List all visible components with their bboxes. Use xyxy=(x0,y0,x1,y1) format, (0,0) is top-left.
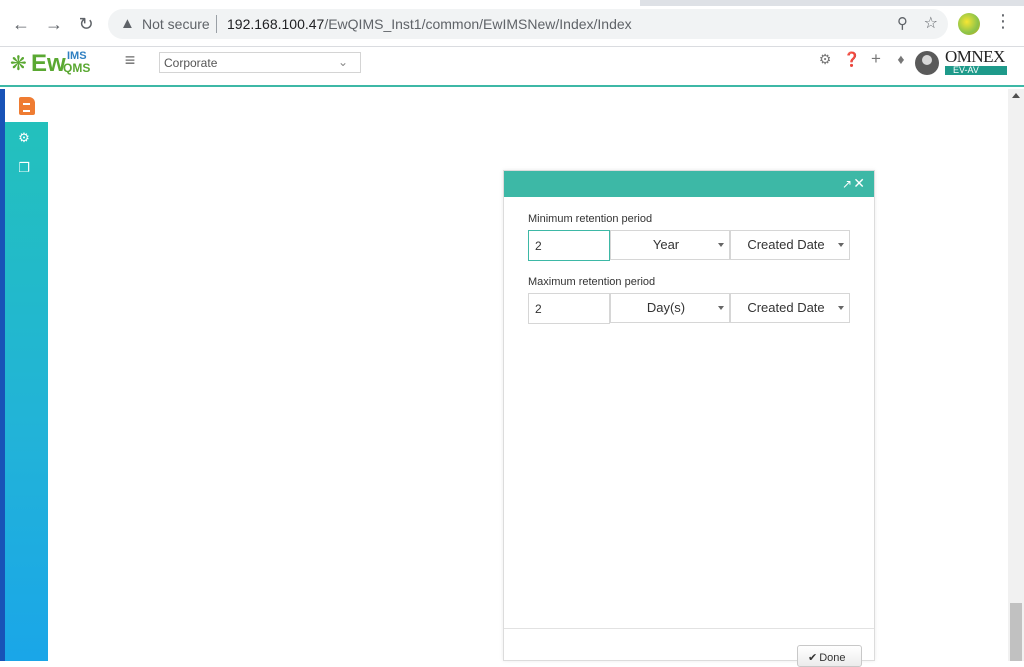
left-sidebar: ⚙ ❐ xyxy=(0,89,48,661)
bookmark-star-icon[interactable]: ☆ xyxy=(924,13,938,33)
tab-strip xyxy=(0,0,1024,6)
warning-icon: ▲ xyxy=(120,15,135,32)
bell-icon[interactable]: ♦ xyxy=(893,51,909,67)
back-arrow-icon[interactable]: ← xyxy=(9,12,33,36)
brand-sub: EV-AV xyxy=(953,65,979,75)
dialog-titlebar: ↗ ✕ xyxy=(504,171,874,197)
retention-dialog: ↗ ✕ Minimum retention period Year Create… xyxy=(503,170,875,667)
min-retention-label: Minimum retention period xyxy=(528,213,653,225)
brand-name: OMNEX xyxy=(945,47,1005,66)
max-retention-value-input[interactable] xyxy=(528,293,610,324)
checkmark-icon: ✔ xyxy=(808,652,818,664)
sidebar-item-documents[interactable] xyxy=(5,89,48,122)
security-label[interactable]: Not secure xyxy=(142,16,210,32)
logo-burst-icon: ❋ xyxy=(10,53,27,75)
done-button[interactable]: ✔ Done xyxy=(797,645,862,667)
ewqims-logo[interactable]: ❋ Ew IMS QMS xyxy=(10,50,95,80)
caret-down-icon xyxy=(718,306,724,310)
max-basis-value: Created Date xyxy=(747,300,825,315)
profile-avatar-icon[interactable] xyxy=(958,13,980,35)
max-retention-unit-select[interactable]: Day(s) xyxy=(610,293,730,323)
browser-toolbar: ← → ↻ ▲ Not secure 192.168.100.47/EwQIMS… xyxy=(0,0,1024,47)
omnex-brand-logo: OMNEX EV-AV xyxy=(945,48,1007,76)
scroll-up-icon[interactable] xyxy=(1012,93,1020,98)
close-icon[interactable]: ✕ xyxy=(853,175,865,192)
copy-icon[interactable]: ❐ xyxy=(16,160,32,176)
active-tab[interactable] xyxy=(0,0,640,6)
logo-ew: Ew xyxy=(31,50,66,77)
max-unit-value: Day(s) xyxy=(646,300,686,315)
corporate-select[interactable]: Corporate ⌄ xyxy=(159,52,361,73)
min-retention-value-input[interactable] xyxy=(528,230,610,261)
address-bar[interactable]: ▲ Not secure 192.168.100.47/EwQIMS_Inst1… xyxy=(108,9,948,39)
done-label: Done xyxy=(819,652,846,664)
url-path: /EwQIMS_Inst1/common/EwIMSNew/Index/Inde… xyxy=(324,16,632,32)
logo-qms: QMS xyxy=(63,61,91,75)
min-basis-value: Created Date xyxy=(747,237,825,252)
scrollbar-thumb[interactable] xyxy=(1010,603,1022,661)
external-link-icon[interactable]: ↗ xyxy=(842,177,852,191)
caret-down-icon xyxy=(838,306,844,310)
document-icon xyxy=(19,97,35,115)
corporate-select-value: Corporate xyxy=(164,56,218,70)
max-retention-basis-select[interactable]: Created Date xyxy=(730,293,850,323)
more-menu-icon[interactable]: ⋮ xyxy=(994,11,1012,32)
app-header: ❋ Ew IMS QMS ≡ Corporate ⌄ ⚙ ❓ + ♦ OMNEX… xyxy=(0,47,1024,87)
max-retention-label: Maximum retention period xyxy=(528,276,656,288)
address-divider xyxy=(216,15,217,33)
zoom-icon[interactable]: ⚲ xyxy=(897,14,908,32)
sidebar-edge xyxy=(0,89,5,661)
min-unit-value: Year xyxy=(652,237,680,252)
page-scrollbar[interactable] xyxy=(1008,89,1024,661)
gear-icon[interactable]: ⚙ xyxy=(817,51,833,68)
forward-arrow-icon[interactable]: → xyxy=(42,12,66,36)
dialog-footer-divider xyxy=(504,628,874,629)
chevron-down-icon: ⌄ xyxy=(337,55,348,69)
user-avatar-icon[interactable] xyxy=(915,51,939,75)
reload-icon[interactable]: ↻ xyxy=(74,12,98,36)
hamburger-menu-icon[interactable]: ≡ xyxy=(121,50,139,71)
min-retention-unit-select[interactable]: Year xyxy=(610,230,730,260)
url-text[interactable]: 192.168.100.47/EwQIMS_Inst1/common/EwIMS… xyxy=(227,16,632,32)
caret-down-icon xyxy=(838,243,844,247)
plus-icon[interactable]: + xyxy=(868,49,884,69)
url-host: 192.168.100.47 xyxy=(227,16,325,32)
caret-down-icon xyxy=(718,243,724,247)
min-retention-basis-select[interactable]: Created Date xyxy=(730,230,850,260)
help-icon[interactable]: ❓ xyxy=(843,51,860,68)
settings-cogs-icon[interactable]: ⚙ xyxy=(16,130,32,146)
